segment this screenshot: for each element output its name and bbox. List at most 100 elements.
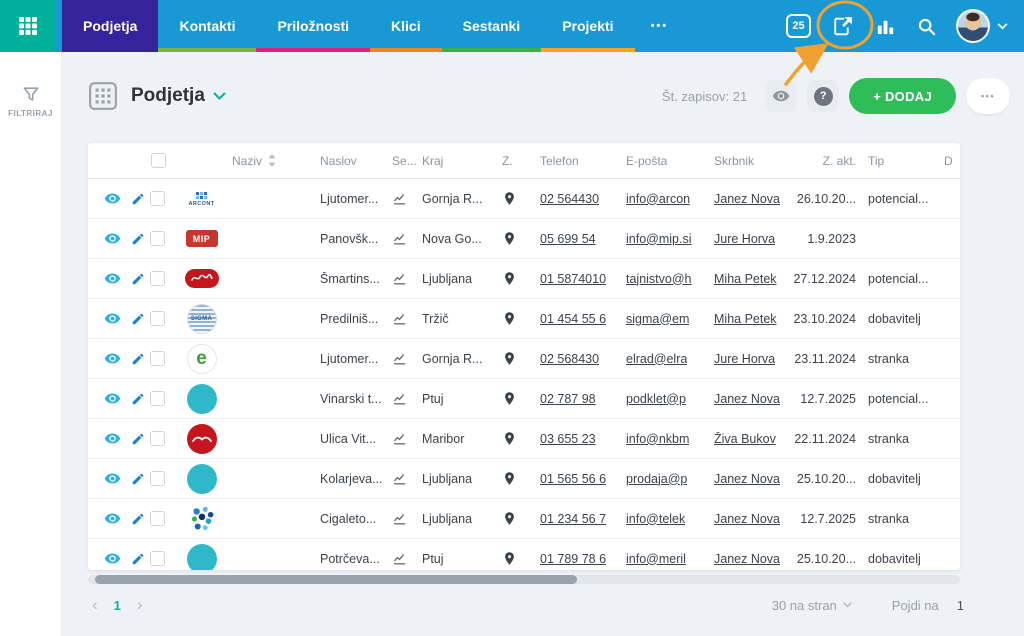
tab-podjetja[interactable]: Podjetja	[62, 0, 158, 52]
activity-icon[interactable]	[392, 511, 422, 526]
view-icon[interactable]	[104, 190, 121, 207]
table-row[interactable]: Kolarjeva...Ljubljana01 565 56 6prodaja@…	[88, 459, 960, 499]
activity-icon[interactable]	[392, 471, 422, 486]
email-link[interactable]: sigma@em	[626, 312, 689, 326]
row-checkbox[interactable]	[150, 351, 165, 366]
email-link[interactable]: info@telek	[626, 512, 685, 526]
filter-button[interactable]: FILTRIRAJ	[0, 52, 61, 118]
help-button[interactable]: ?	[807, 80, 839, 112]
phone-link[interactable]: 02 787 98	[540, 392, 596, 406]
email-link[interactable]: info@meril	[626, 552, 686, 566]
sort-icon[interactable]	[268, 154, 276, 167]
next-page-button[interactable]: ›	[133, 595, 147, 615]
edit-icon[interactable]	[131, 472, 144, 486]
table-row[interactable]: Potrčeva...Ptuj01 789 78 6info@merilJane…	[88, 539, 960, 570]
location-icon[interactable]	[502, 431, 540, 446]
export-icon[interactable]	[830, 14, 855, 39]
column-header-zem[interactable]: Z.	[502, 154, 540, 168]
view-icon[interactable]	[104, 390, 121, 407]
email-link[interactable]: elrad@elra	[626, 352, 687, 366]
row-checkbox[interactable]	[150, 191, 165, 206]
row-checkbox[interactable]	[150, 231, 165, 246]
table-row[interactable]: Cigaleto...Ljubljana01 234 56 7info@tele…	[88, 499, 960, 539]
location-icon[interactable]	[502, 311, 540, 326]
activity-icon[interactable]	[392, 231, 422, 246]
table-row[interactable]: SIGMAPredilniš...Tržič01 454 55 6sigma@e…	[88, 299, 960, 339]
title-chevron-icon[interactable]	[213, 92, 226, 100]
phone-link[interactable]: 03 655 23	[540, 432, 596, 446]
view-icon[interactable]	[104, 310, 121, 327]
tab-projekti[interactable]: Projekti	[541, 0, 634, 52]
owner-link[interactable]: Janez Nova	[714, 472, 780, 486]
email-link[interactable]: info@arcon	[626, 192, 690, 206]
owner-link[interactable]: Janez Nova	[714, 552, 780, 566]
prev-page-button[interactable]: ‹	[88, 595, 102, 615]
phone-link[interactable]: 01 565 56 6	[540, 472, 606, 486]
owner-link[interactable]: Miha Petek	[714, 272, 777, 286]
activity-icon[interactable]	[392, 271, 422, 286]
column-header-kraj[interactable]: Kraj	[422, 154, 502, 168]
owner-link[interactable]: Miha Petek	[714, 312, 777, 326]
activity-icon[interactable]	[392, 431, 422, 446]
column-header-eposta[interactable]: E-pošta	[626, 154, 714, 168]
view-icon[interactable]	[104, 270, 121, 287]
activity-icon[interactable]	[392, 351, 422, 366]
edit-icon[interactable]	[131, 272, 144, 286]
email-link[interactable]: info@mip.si	[626, 232, 692, 246]
edit-icon[interactable]	[131, 232, 144, 246]
view-icon[interactable]	[104, 230, 121, 247]
tab-priloznosti[interactable]: Priložnosti	[256, 0, 370, 52]
edit-icon[interactable]	[131, 512, 144, 526]
location-icon[interactable]	[502, 271, 540, 286]
phone-link[interactable]: 01 5874010	[540, 272, 606, 286]
edit-icon[interactable]	[131, 192, 144, 206]
edit-icon[interactable]	[131, 392, 144, 406]
view-icon[interactable]	[104, 350, 121, 367]
edit-icon[interactable]	[131, 312, 144, 326]
phone-link[interactable]: 01 789 78 6	[540, 552, 606, 566]
column-header-skrbnik[interactable]: Skrbnik	[714, 154, 790, 168]
owner-link[interactable]: Jure Horva	[714, 232, 775, 246]
row-checkbox[interactable]	[150, 511, 165, 526]
table-row[interactable]: Ulica Vit...Maribor03 655 23info@nkbmŽiv…	[88, 419, 960, 459]
activity-icon[interactable]	[392, 551, 422, 566]
activity-icon[interactable]	[392, 311, 422, 326]
scrollbar-thumb[interactable]	[95, 575, 577, 584]
per-page-select[interactable]: 30 na stran	[772, 598, 852, 613]
phone-link[interactable]: 02 568430	[540, 352, 599, 366]
view-icon[interactable]	[104, 550, 121, 567]
table-row[interactable]: MIPPanovšk...Nova Go...05 699 54info@mip…	[88, 219, 960, 259]
activity-icon[interactable]	[392, 191, 422, 206]
view-icon[interactable]	[104, 470, 121, 487]
location-icon[interactable]	[502, 391, 540, 406]
app-menu-button[interactable]	[0, 0, 56, 52]
email-link[interactable]: tajnistvo@h	[626, 272, 692, 286]
column-header-sed[interactable]: Se...	[392, 154, 422, 168]
horizontal-scrollbar[interactable]	[88, 575, 960, 584]
location-icon[interactable]	[502, 191, 540, 206]
owner-link[interactable]: Jure Horva	[714, 352, 775, 366]
edit-icon[interactable]	[131, 352, 144, 366]
search-icon[interactable]	[916, 16, 937, 37]
phone-link[interactable]: 01 234 56 7	[540, 512, 606, 526]
column-header-naslov[interactable]: Naslov	[320, 154, 392, 168]
location-icon[interactable]	[502, 231, 540, 246]
add-button[interactable]: + DODAJ	[849, 78, 956, 114]
row-checkbox[interactable]	[150, 311, 165, 326]
email-link[interactable]: info@nkbm	[626, 432, 689, 446]
column-header-d[interactable]: D	[944, 154, 960, 168]
owner-link[interactable]: Živa Bukov	[714, 432, 776, 446]
email-link[interactable]: prodaja@p	[626, 472, 687, 486]
more-actions-button[interactable]: •••	[966, 78, 1010, 114]
stats-icon[interactable]	[874, 15, 897, 38]
table-row[interactable]: ARCONTLjutomer...Gornja R...02 564430inf…	[88, 179, 960, 219]
location-icon[interactable]	[502, 551, 540, 566]
more-tabs-button[interactable]: •••	[635, 0, 685, 52]
view-icon[interactable]	[104, 510, 121, 527]
phone-link[interactable]: 02 564430	[540, 192, 599, 206]
preview-button[interactable]	[765, 80, 797, 112]
column-header-naziv[interactable]: Naziv	[232, 154, 320, 168]
tab-kontakti[interactable]: Kontakti	[158, 0, 256, 52]
row-checkbox[interactable]	[150, 271, 165, 286]
table-row[interactable]: eLjutomer...Gornja R...02 568430elrad@el…	[88, 339, 960, 379]
